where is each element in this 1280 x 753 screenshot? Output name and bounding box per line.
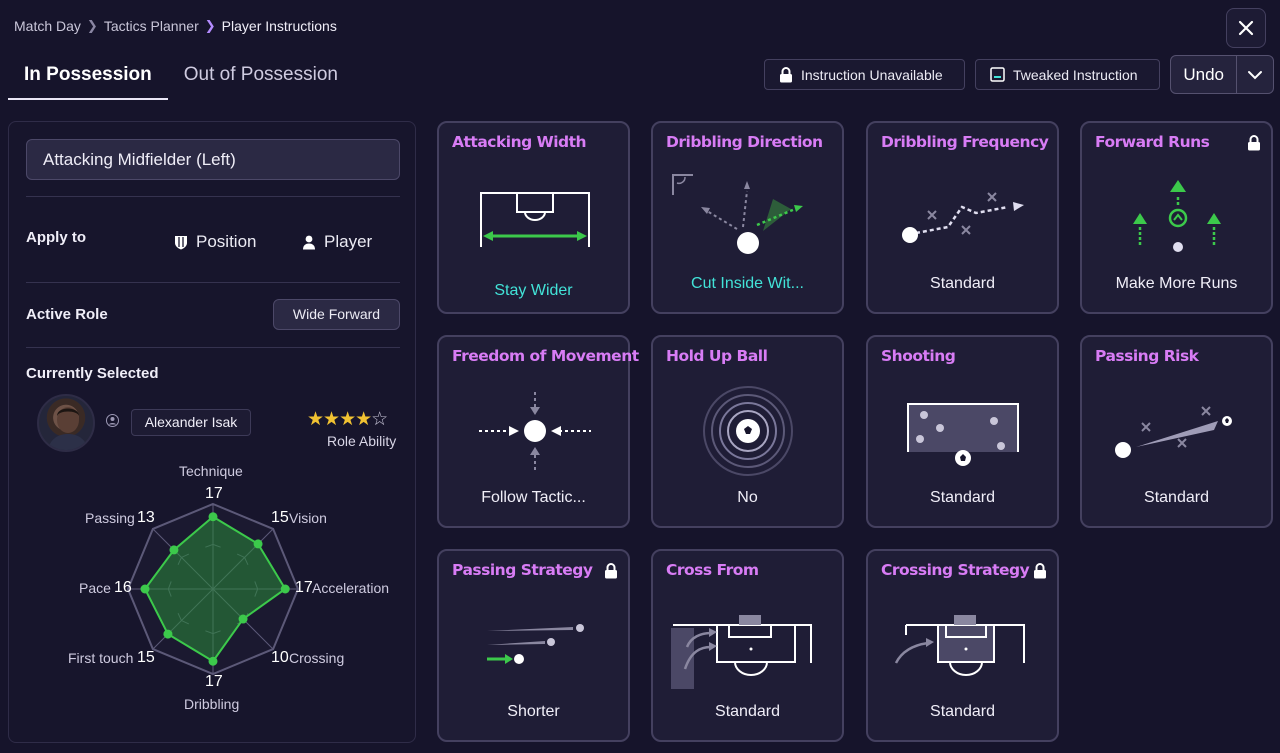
tab-in-possession[interactable]: In Possession bbox=[8, 56, 168, 100]
undo-button[interactable]: Undo bbox=[1170, 55, 1274, 94]
instruction-card-crossing-strategy[interactable]: Crossing Strategy Standard bbox=[866, 549, 1059, 742]
attr-dribbling-value: 17 bbox=[205, 673, 223, 690]
instruction-card-hold-up-ball[interactable]: Hold Up Ball No bbox=[651, 335, 844, 528]
card-value: Follow Tactic... bbox=[481, 489, 586, 506]
card-value: Make More Runs bbox=[1115, 275, 1238, 292]
breadcrumb: Match Day ❯ Tactics Planner ❯ Player Ins… bbox=[14, 18, 337, 34]
instruction-card-dribbling-frequency[interactable]: Dribbling Frequency Standard bbox=[866, 121, 1059, 314]
card-value: No bbox=[737, 489, 758, 506]
attr-acceleration-value: 17 bbox=[295, 579, 313, 596]
card-value: Standard bbox=[930, 275, 995, 292]
radar-point-acceleration bbox=[280, 584, 290, 594]
breadcrumb-match-day[interactable]: Match Day bbox=[14, 18, 81, 34]
attr-crossing-name: Crossing bbox=[289, 650, 345, 666]
card-value: Cut Inside Wit... bbox=[691, 275, 804, 292]
attr-pace-name: Pace bbox=[79, 580, 111, 596]
card-value: Standard bbox=[1144, 489, 1209, 506]
card-value: Standard bbox=[715, 703, 780, 720]
legend-unavailable-label: Instruction Unavailable bbox=[801, 66, 943, 83]
instruction-card-cross-from[interactable]: Cross From Standard bbox=[651, 549, 844, 742]
tweaked-icon bbox=[990, 67, 1005, 82]
instruction-card-passing-risk[interactable]: Passing Risk Standard bbox=[1080, 335, 1273, 528]
instruction-card-forward-runs[interactable]: Forward Runs Make More Runs bbox=[1080, 121, 1273, 314]
tab-out-of-possession[interactable]: Out of Possession bbox=[168, 56, 354, 100]
attr-crossing-value: 10 bbox=[271, 649, 289, 666]
radar-point-passing bbox=[169, 545, 179, 555]
radar-point-vision bbox=[253, 539, 263, 549]
card-value: Standard bbox=[930, 489, 995, 506]
attr-pace-value: 16 bbox=[114, 579, 132, 596]
attr-vision-value: 15 bbox=[271, 509, 289, 526]
attr-first-touch-value: 15 bbox=[137, 649, 155, 666]
attr-dribbling-name: Dribbling bbox=[184, 696, 240, 712]
legend-tweaked-label: Tweaked Instruction bbox=[1013, 66, 1138, 83]
close-button[interactable] bbox=[1226, 8, 1266, 48]
instruction-card-attacking-width[interactable]: Attacking Width Stay Wider bbox=[437, 121, 630, 314]
instruction-card-freedom-of-movement[interactable]: Freedom of Movement Follow Tactic... bbox=[437, 335, 639, 528]
legend-tweaked-instruction: Tweaked Instruction bbox=[975, 59, 1160, 90]
card-value: Standard bbox=[930, 703, 995, 720]
breadcrumb-tactics-planner[interactable]: Tactics Planner bbox=[104, 18, 199, 34]
radar-point-pace bbox=[140, 584, 150, 594]
legend-instruction-unavailable: Instruction Unavailable bbox=[764, 59, 965, 90]
undo-dropdown[interactable] bbox=[1236, 56, 1273, 93]
attr-technique-value: 17 bbox=[205, 485, 223, 502]
chevron-right-icon: ❯ bbox=[204, 18, 216, 33]
attr-first-touch-name: First touch bbox=[68, 650, 134, 666]
instruction-card-dribbling-direction[interactable]: Dribbling Direction Cut Inside Wit... bbox=[651, 121, 844, 314]
attr-acceleration-name: Acceleration bbox=[312, 580, 390, 596]
card-value: Shorter bbox=[507, 703, 560, 720]
chevron-down-icon bbox=[1248, 70, 1263, 79]
chevron-right-icon: ❯ bbox=[86, 18, 98, 33]
radar-point-technique bbox=[208, 512, 218, 522]
card-value: Stay Wider bbox=[494, 282, 573, 299]
undo-label[interactable]: Undo bbox=[1171, 65, 1236, 85]
radar-point-crossing bbox=[238, 614, 248, 624]
breadcrumb-player-instructions: Player Instructions bbox=[221, 18, 337, 34]
instruction-card-shooting[interactable]: Shooting Standard bbox=[866, 335, 1059, 528]
lock-icon bbox=[779, 66, 793, 83]
instruction-card-passing-strategy[interactable]: Passing Strategy Shorter bbox=[437, 549, 630, 742]
possession-tabs: In Possession Out of Possession bbox=[8, 56, 354, 100]
attr-passing-name: Passing bbox=[85, 510, 135, 526]
attr-technique-name: Technique bbox=[179, 463, 243, 479]
attr-passing-value: 13 bbox=[137, 509, 155, 526]
radar-point-first-touch bbox=[163, 629, 173, 639]
close-icon bbox=[1238, 20, 1254, 36]
radar-point-dribbling bbox=[208, 656, 218, 666]
attr-vision-name: Vision bbox=[289, 510, 327, 526]
player-role-panel: Attacking Midfielder (Left) Apply to Pos… bbox=[8, 121, 416, 743]
